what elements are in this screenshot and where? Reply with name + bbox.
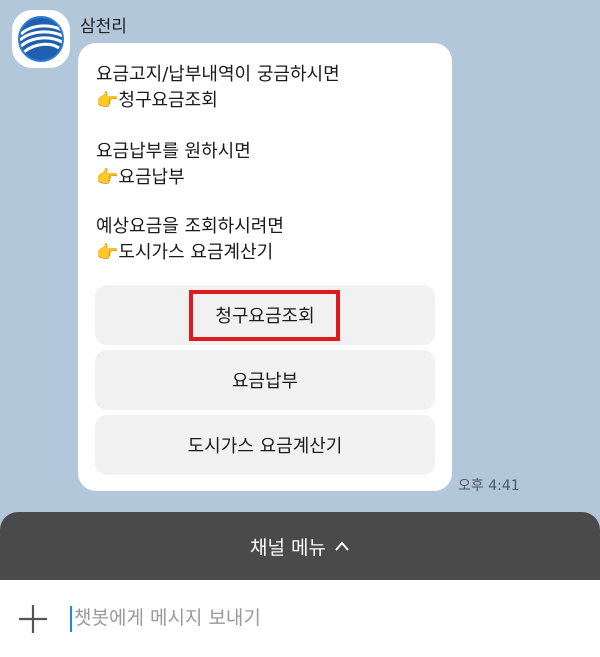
message-line: 예상요금을 조회하시려면 [96, 215, 284, 239]
message-composer [0, 580, 600, 657]
message-line: 👉도시가스 요금계산기 [96, 241, 273, 265]
samchully-logo-icon [18, 16, 64, 62]
chevron-up-icon [334, 535, 350, 557]
pointing-hand-icon: 👉 [96, 90, 119, 111]
channel-menu-toggle[interactable]: 채널 메뉴 [0, 512, 600, 580]
button-label: 요금납부 [231, 371, 299, 392]
message-text: 요금납부 [118, 167, 185, 188]
billing-inquiry-button[interactable]: 청구요금조회 [95, 285, 435, 345]
channel-avatar[interactable] [12, 10, 70, 68]
message-text: 요금납부를 원하시면 [96, 141, 251, 162]
message-text: 요금고지/납부내역이 궁금하시면 [96, 64, 340, 85]
text-cursor [70, 606, 72, 632]
message-timestamp: 오후 4:41 [458, 478, 520, 494]
message-line: 👉요금납부 [96, 166, 185, 190]
pointing-hand-icon: 👉 [96, 242, 119, 263]
message-text: 예상요금을 조회하시려면 [96, 216, 284, 237]
channel-menu-label: 채널 메뉴 [250, 536, 326, 559]
payment-button[interactable]: 요금납부 [95, 350, 435, 410]
gas-fee-calculator-button[interactable]: 도시가스 요금계산기 [95, 415, 435, 475]
message-text: 도시가스 요금계산기 [118, 242, 274, 263]
button-label: 청구요금조회 [215, 306, 315, 327]
message-line: 요금납부를 원하시면 [96, 140, 251, 164]
plus-icon[interactable] [16, 602, 50, 636]
sender-name: 삼천리 [80, 17, 127, 37]
pointing-hand-icon: 👉 [96, 167, 119, 188]
message-line: 👉청구요금조회 [96, 89, 218, 113]
message-text: 청구요금조회 [118, 90, 218, 111]
message-line: 요금고지/납부내역이 궁금하시면 [96, 63, 340, 87]
message-input[interactable] [74, 598, 574, 638]
chat-area: 삼천리 요금고지/납부내역이 궁금하시면 👉청구요금조회 요금납부를 원하시면 … [0, 0, 600, 512]
button-label: 도시가스 요금계산기 [187, 436, 343, 457]
